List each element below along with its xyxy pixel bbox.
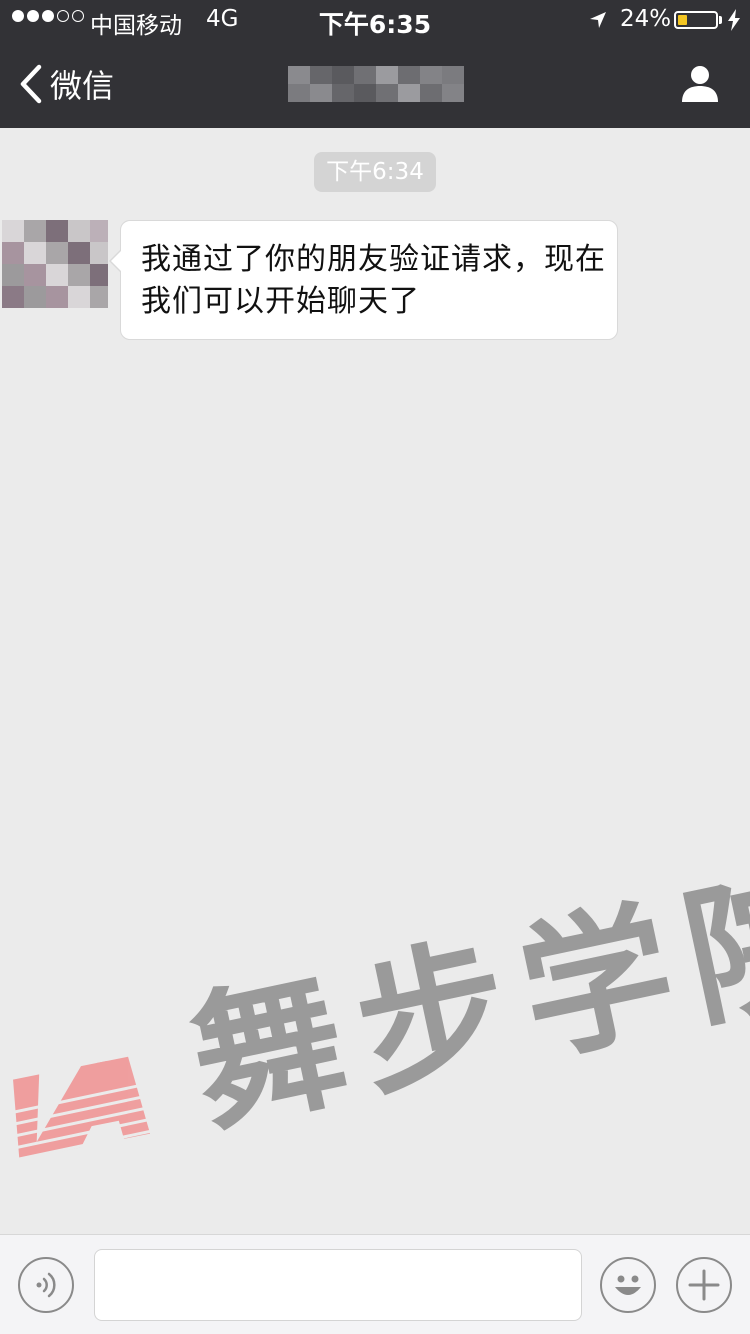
avatar-mosaic-tile bbox=[90, 286, 108, 308]
battery-percent: 24% bbox=[620, 6, 672, 32]
avatar-mosaic-tile bbox=[2, 220, 24, 242]
avatar-mosaic-tile bbox=[46, 220, 68, 242]
contact-avatar[interactable] bbox=[2, 220, 108, 308]
avatar-mosaic-tile bbox=[68, 286, 90, 308]
title-mosaic-tile bbox=[398, 84, 420, 102]
title-mosaic-tile bbox=[288, 66, 310, 84]
battery-tip bbox=[719, 16, 722, 24]
avatar-mosaic-tile bbox=[24, 286, 46, 308]
title-mosaic-tile bbox=[310, 84, 332, 102]
person-icon[interactable] bbox=[680, 64, 720, 104]
watermark-text: 舞步学院 bbox=[177, 844, 750, 1155]
avatar-mosaic-tile bbox=[90, 220, 108, 242]
avatar-mosaic-tile bbox=[24, 264, 46, 286]
avatar-mosaic-tile bbox=[90, 242, 108, 264]
message-text: 我通过了你的朋友验证请求，现在我们可以开始聊天了 bbox=[141, 242, 606, 319]
title-mosaic-tile bbox=[288, 84, 310, 102]
message-input[interactable] bbox=[94, 1249, 582, 1321]
plus-icon bbox=[688, 1269, 720, 1301]
title-mosaic-tile bbox=[376, 84, 398, 102]
title-mosaic-tile bbox=[398, 66, 420, 84]
avatar-mosaic-tile bbox=[90, 264, 108, 286]
voice-icon bbox=[36, 1272, 56, 1298]
avatar-mosaic-tile bbox=[2, 242, 24, 264]
charging-bolt-icon bbox=[728, 9, 740, 31]
emoji-button[interactable] bbox=[600, 1257, 656, 1313]
avatar-mosaic-tile bbox=[68, 242, 90, 264]
location-arrow-icon bbox=[590, 12, 606, 28]
title-mosaic-tile bbox=[354, 66, 376, 84]
watermark: 舞步学院 bbox=[0, 845, 750, 1210]
avatar-mosaic-tile bbox=[46, 242, 68, 264]
title-mosaic-tile bbox=[376, 66, 398, 84]
message-bubble[interactable]: 我通过了你的朋友验证请求，现在我们可以开始聊天了 bbox=[109, 220, 618, 340]
title-mosaic-tile bbox=[442, 84, 464, 102]
message-input-bar bbox=[0, 1234, 750, 1334]
avatar-mosaic-tile bbox=[46, 264, 68, 286]
title-mosaic-tile bbox=[354, 84, 376, 102]
title-mosaic-tile bbox=[310, 66, 332, 84]
emoji-icon bbox=[615, 1275, 641, 1295]
title-mosaic-tile bbox=[442, 66, 464, 84]
avatar-mosaic-tile bbox=[68, 220, 90, 242]
avatar-mosaic-tile bbox=[46, 286, 68, 308]
status-bar: 中国移动 4G 下午6:35 24% bbox=[0, 0, 750, 40]
avatar-mosaic-tile bbox=[68, 264, 90, 286]
voice-button[interactable] bbox=[18, 1257, 74, 1313]
back-label: 微信 bbox=[50, 67, 115, 105]
watermark-logo bbox=[0, 1056, 190, 1165]
avatar-mosaic-tile bbox=[24, 242, 46, 264]
title-mosaic-tile bbox=[420, 84, 442, 102]
more-button[interactable] bbox=[676, 1257, 732, 1313]
avatar-mosaic-tile bbox=[24, 220, 46, 242]
battery-icon bbox=[674, 11, 718, 29]
chat-title-pixelated bbox=[288, 66, 464, 102]
top-bar: 中国移动 4G 下午6:35 24% 微信 bbox=[0, 0, 750, 128]
navigation-bar: 微信 bbox=[0, 40, 750, 128]
avatar-mosaic-tile bbox=[2, 264, 24, 286]
title-mosaic-tile bbox=[332, 66, 354, 84]
title-mosaic-tile bbox=[420, 66, 442, 84]
avatar-mosaic-tile bbox=[2, 286, 24, 308]
title-mosaic-tile bbox=[332, 84, 354, 102]
chevron-left-icon bbox=[20, 64, 42, 104]
battery-fill bbox=[678, 15, 687, 25]
back-button[interactable]: 微信 bbox=[18, 60, 114, 108]
message-timestamp: 下午6:34 bbox=[314, 152, 436, 192]
